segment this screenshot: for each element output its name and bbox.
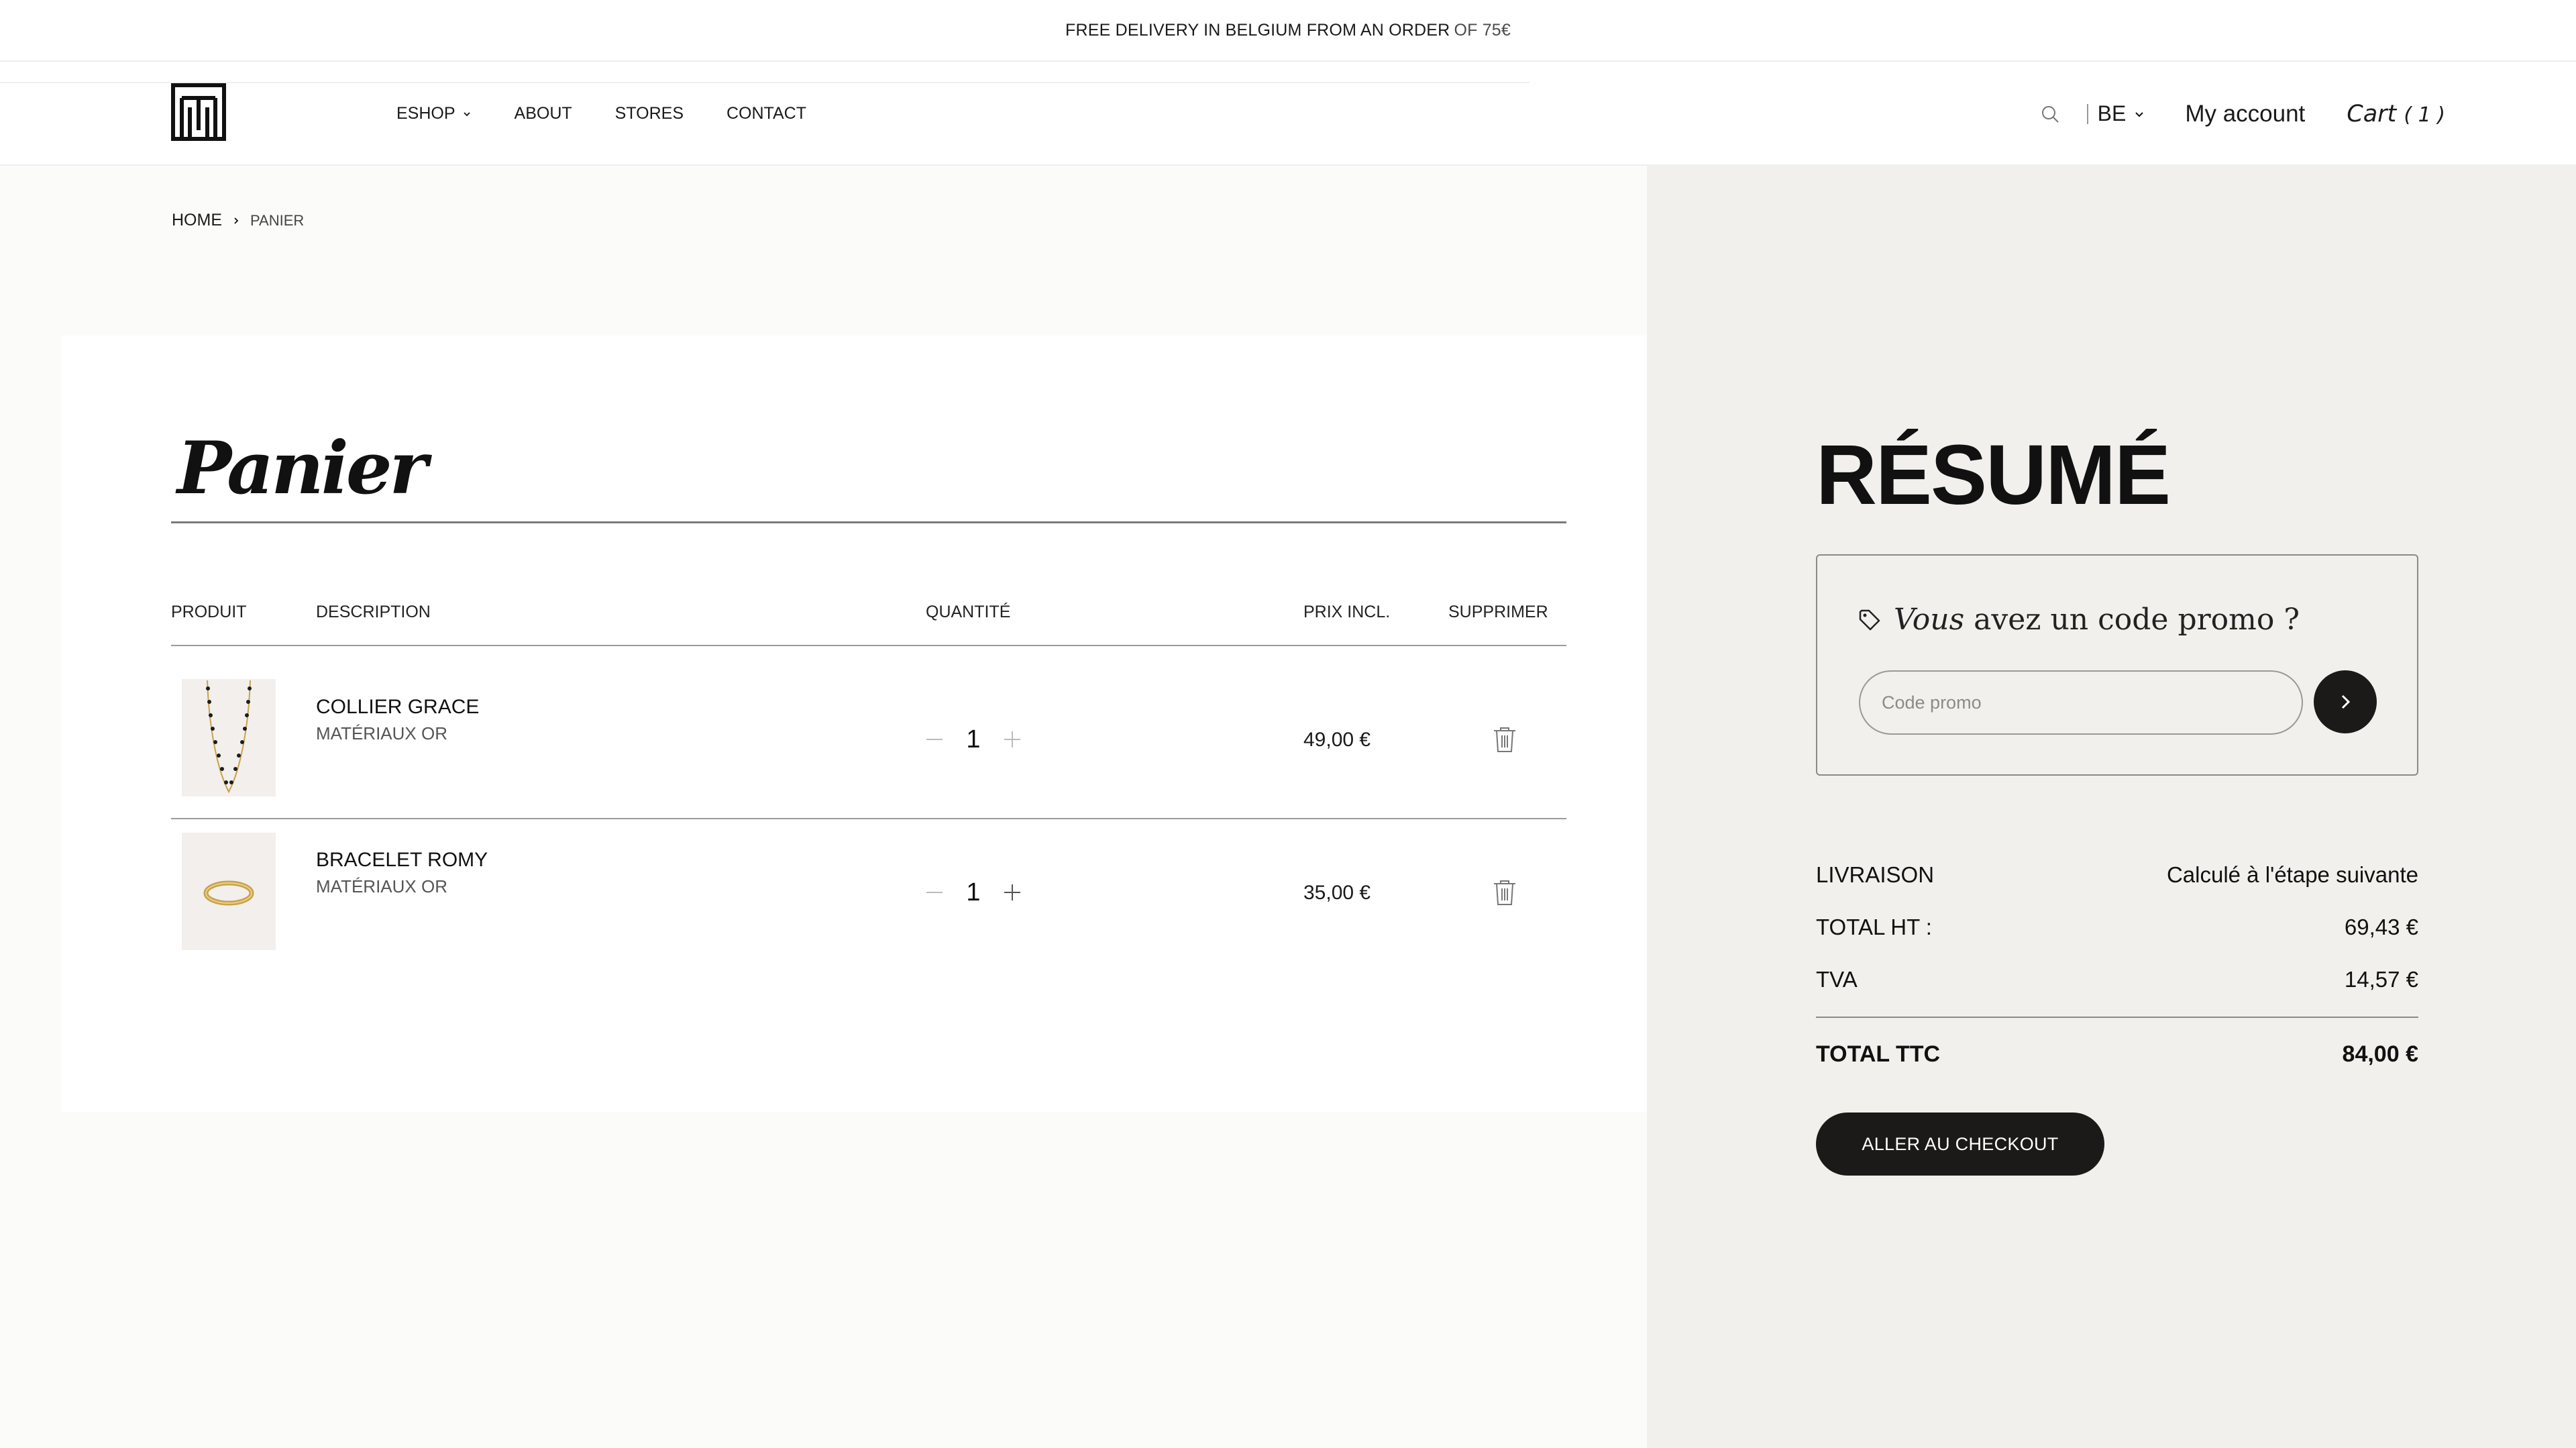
quantity-increase-button[interactable] xyxy=(1001,728,1024,751)
nav-stores-label: STORES xyxy=(614,104,684,123)
cart-link[interactable]: Cart ( 1 ) xyxy=(2347,101,2445,127)
item-material: MATÉRIAUX OR xyxy=(316,876,447,896)
column-quantity: QUANTITÉ xyxy=(926,603,1011,621)
item-material: MATÉRIAUX OR xyxy=(316,723,447,743)
nav-eshop-label: ESHOP xyxy=(396,104,455,123)
trash-icon[interactable] xyxy=(1492,878,1517,907)
order-summary: RÉSUMÉ Vous avez un code promo ? LIVRAIS… xyxy=(1647,166,2576,1448)
announcement-bar: FREE DELIVERY IN BELGIUM FROM AN ORDER O… xyxy=(0,0,2576,62)
column-delete: SUPPRIMER xyxy=(1448,603,1548,621)
cart-section: HOME PANIER Panier PRODUIT DESCRIPTION Q… xyxy=(0,166,1647,1448)
language-value: BE xyxy=(2097,101,2127,125)
site-header: ESHOP ABOUT STORES CONTACT BE My account… xyxy=(0,62,2576,166)
item-price: 35,00 € xyxy=(1303,882,1371,904)
language-selector[interactable]: BE xyxy=(2098,101,2145,126)
summary-row-subtotal: TOTAL HT : 69,43 € xyxy=(1816,915,2418,940)
quantity-stepper: 1 xyxy=(923,725,1024,754)
column-product: PRODUIT xyxy=(171,603,247,621)
nav-about-label: ABOUT xyxy=(514,104,572,123)
header-separator xyxy=(2086,103,2088,124)
chevron-right-icon xyxy=(2341,694,2351,709)
summary-divider xyxy=(1816,1017,2418,1018)
summary-value: 69,43 € xyxy=(2344,915,2418,939)
page-title: Panier xyxy=(177,426,427,511)
announcement-threshold: OF 75€ xyxy=(1454,20,1511,40)
quantity-value: 1 xyxy=(966,878,981,907)
checkout-button[interactable]: ALLER AU CHECKOUT xyxy=(1816,1113,2104,1176)
promo-heading-rest: avez un code promo ? xyxy=(1974,603,2300,637)
minus-icon xyxy=(926,892,943,893)
cart-count: ( 1 ) xyxy=(2404,103,2445,127)
column-description: DESCRIPTION xyxy=(316,603,431,621)
cart-card: Panier PRODUIT DESCRIPTION QUANTITÉ PRIX… xyxy=(62,335,1647,1112)
nav-contact-label: CONTACT xyxy=(727,104,806,123)
summary-label: TOTAL HT : xyxy=(1816,915,1932,939)
item-price: 49,00 € xyxy=(1303,729,1371,751)
item-name-bracelet-romy[interactable]: BRACELET ROMY xyxy=(316,849,488,872)
nav-about[interactable]: ABOUT xyxy=(515,104,572,123)
brand-logo[interactable] xyxy=(171,83,226,141)
necklace-icon xyxy=(206,680,252,794)
necklace-image[interactable] xyxy=(182,679,276,796)
total-value: 84,00 € xyxy=(2342,1041,2418,1067)
plus-icon xyxy=(1004,731,1020,747)
cart-label: Cart xyxy=(2347,100,2397,127)
quantity-decrease-button[interactable] xyxy=(923,728,946,751)
summary-label: TVA xyxy=(1816,967,1858,992)
breadcrumb-home[interactable]: HOME xyxy=(172,211,222,230)
quantity-increase-button[interactable] xyxy=(1001,881,1024,904)
promo-heading-italic: Vous xyxy=(1894,603,1965,637)
quantity-value: 1 xyxy=(966,725,981,754)
header-divider-line xyxy=(171,645,1566,646)
summary-value: 14,57 € xyxy=(2344,967,2418,992)
quantity-decrease-button[interactable] xyxy=(923,881,946,904)
promo-heading: Vous avez un code promo ? xyxy=(1858,603,2300,637)
bracelet-image[interactable] xyxy=(182,833,276,950)
title-divider xyxy=(171,521,1566,523)
trash-icon[interactable] xyxy=(1492,725,1517,754)
total-label: TOTAL TTC xyxy=(1816,1041,1941,1067)
chevron-right-icon xyxy=(234,217,239,224)
nav-contact[interactable]: CONTACT xyxy=(727,104,806,123)
column-price: PRIX INCL. xyxy=(1303,603,1391,621)
bracelet-icon xyxy=(203,880,254,906)
breadcrumb: HOME PANIER xyxy=(172,211,304,230)
minus-icon xyxy=(926,739,943,740)
item-name-collier-grace[interactable]: COLLIER GRACE xyxy=(316,696,479,719)
my-account-link[interactable]: My account xyxy=(2185,101,2305,127)
summary-row-vat: TVA 14,57 € xyxy=(1816,967,2418,992)
summary-value: Calculé à l'étape suivante xyxy=(2166,862,2418,887)
summary-title: RÉSUMÉ xyxy=(1816,427,2171,522)
search-icon[interactable] xyxy=(2040,104,2060,124)
chevron-down-icon xyxy=(2135,111,2144,117)
summary-row-total: TOTAL TTC 84,00 € xyxy=(1816,1041,2418,1068)
nav-stores[interactable]: STORES xyxy=(615,104,684,123)
quantity-stepper: 1 xyxy=(923,878,1024,907)
plus-icon xyxy=(1004,884,1020,900)
main-nav: ESHOP ABOUT STORES CONTACT xyxy=(396,62,806,166)
brand-monogram-logo xyxy=(171,83,226,141)
row-divider xyxy=(171,818,1566,819)
promo-code-box: Vous avez un code promo ? xyxy=(1816,554,2418,776)
breadcrumb-current: PANIER xyxy=(250,211,305,229)
header-actions: BE My account Cart ( 1 ) xyxy=(2040,62,2445,166)
chevron-down-icon xyxy=(463,111,470,116)
promo-code-input[interactable] xyxy=(1859,670,2303,735)
announcement-text: FREE DELIVERY IN BELGIUM FROM AN ORDER xyxy=(1065,20,1450,40)
apply-promo-button[interactable] xyxy=(2314,670,2377,733)
nav-eshop[interactable]: ESHOP xyxy=(396,104,472,123)
tag-icon xyxy=(1859,609,1880,630)
summary-label: LIVRAISON xyxy=(1816,862,1935,887)
summary-row-shipping: LIVRAISON Calculé à l'étape suivante xyxy=(1816,862,2418,888)
